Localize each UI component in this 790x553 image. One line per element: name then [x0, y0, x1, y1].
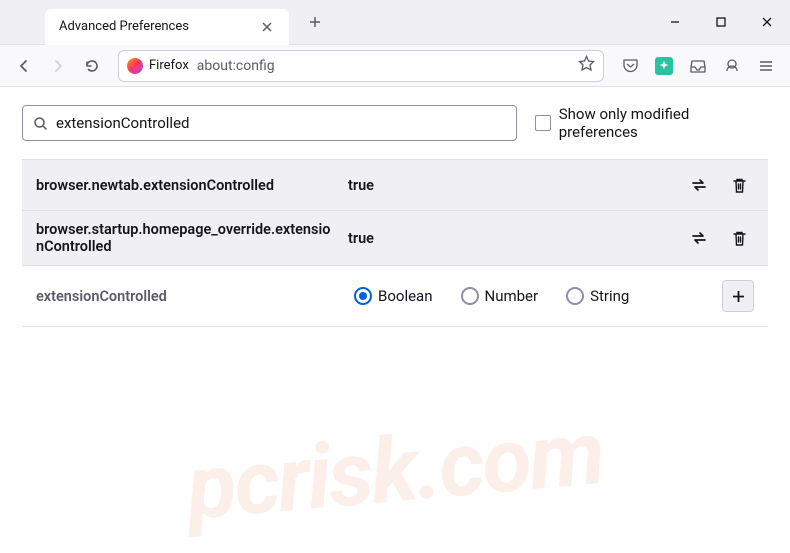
new-pref-name: extensionControlled [36, 288, 336, 305]
search-box[interactable] [22, 105, 517, 141]
toolbar: Firefox about:config ✦ [0, 45, 790, 87]
pocket-icon[interactable] [614, 50, 646, 82]
maximize-button[interactable] [698, 0, 744, 45]
new-tab-button[interactable] [301, 8, 329, 36]
pref-value: true [348, 230, 672, 247]
radio-label: Number [485, 287, 539, 305]
browser-tab[interactable]: Advanced Preferences [45, 9, 289, 45]
pref-name: browser.newtab.extensionControlled [36, 177, 336, 194]
type-radio-group: Boolean Number String [354, 287, 704, 305]
checkbox-icon [535, 115, 551, 131]
pref-name: browser.startup.homepage_override.extens… [36, 221, 336, 255]
search-icon [33, 116, 48, 131]
url-bar[interactable]: Firefox about:config [118, 50, 604, 82]
pref-list: browser.newtab.extensionControlled true … [22, 159, 768, 327]
search-row: Show only modified preferences [22, 105, 768, 141]
pref-row[interactable]: browser.newtab.extensionControlled true [22, 160, 768, 211]
forward-button[interactable] [42, 50, 74, 82]
checkbox-label: Show only modified preferences [559, 105, 768, 141]
minimize-button[interactable] [652, 0, 698, 45]
watermark: pcrisk.com [183, 400, 607, 541]
close-window-button[interactable] [744, 0, 790, 45]
radio-icon [354, 287, 372, 305]
delete-icon[interactable] [724, 170, 754, 200]
account-icon[interactable] [716, 50, 748, 82]
new-pref-row: extensionControlled Boolean Number Strin… [22, 266, 768, 327]
radio-icon [566, 287, 584, 305]
reload-button[interactable] [76, 50, 108, 82]
radio-number[interactable]: Number [461, 287, 539, 305]
radio-label: String [590, 287, 629, 305]
toggle-icon[interactable] [684, 170, 714, 200]
bookmark-star-icon[interactable] [578, 55, 595, 76]
radio-icon [461, 287, 479, 305]
url-text: about:config [197, 58, 275, 74]
identity-label: Firefox [149, 58, 189, 73]
add-pref-button[interactable] [722, 280, 754, 312]
pref-value: true [348, 177, 672, 194]
radio-string[interactable]: String [566, 287, 629, 305]
delete-icon[interactable] [724, 223, 754, 253]
tab-title: Advanced Preferences [59, 19, 189, 34]
identity-box[interactable]: Firefox [127, 58, 189, 74]
toggle-icon[interactable] [684, 223, 714, 253]
extension-icon[interactable]: ✦ [648, 50, 680, 82]
close-tab-icon[interactable] [259, 19, 275, 35]
content-area: Show only modified preferences browser.n… [0, 87, 790, 345]
pref-row[interactable]: browser.startup.homepage_override.extens… [22, 211, 768, 266]
radio-boolean[interactable]: Boolean [354, 287, 433, 305]
window-controls [652, 0, 790, 45]
inbox-icon[interactable] [682, 50, 714, 82]
firefox-icon [127, 58, 143, 74]
back-button[interactable] [8, 50, 40, 82]
only-modified-checkbox[interactable]: Show only modified preferences [535, 105, 768, 141]
menu-button[interactable] [750, 50, 782, 82]
radio-label: Boolean [378, 287, 433, 305]
titlebar: Advanced Preferences [0, 0, 790, 45]
search-input[interactable] [56, 114, 506, 132]
